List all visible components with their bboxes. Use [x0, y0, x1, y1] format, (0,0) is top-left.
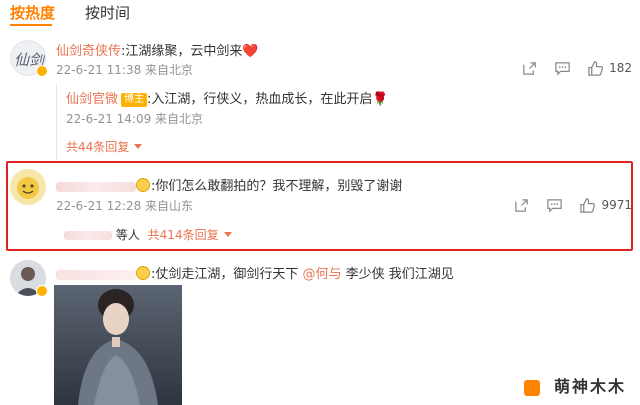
comment-meta: 22-6-21 12:28 来自山东	[56, 199, 194, 213]
reply-summary: 等人 共414条回复	[64, 226, 232, 243]
comment-line: :仗剑走江湖，御剑行天下 @何与 李少侠 我们江湖见	[56, 263, 454, 282]
comment-text-tail: 李少侠 我们江湖见	[341, 267, 454, 282]
comment-text: :你们怎么敢翻拍的？我不理解，别毁了谢谢	[151, 179, 403, 194]
watermark-logo-icon	[524, 380, 540, 396]
tab-by-time[interactable]: 按时间	[85, 2, 130, 23]
more-replies-link[interactable]: 共44条回复	[66, 138, 143, 155]
comment-line: 仙剑奇侠传:江湖缘聚，云中剑来❤️	[56, 40, 259, 59]
blurred-username[interactable]	[56, 181, 136, 192]
author-badge: 博主	[121, 93, 148, 107]
share-icon	[523, 61, 536, 75]
like-count: 9971	[601, 198, 632, 212]
verified-badge-icon	[36, 285, 48, 297]
active-tab-indicator	[10, 24, 52, 26]
reply-line: 仙剑官微 博主:入江湖，行侠义，热血成长，在此开启🌹	[66, 88, 389, 107]
share-icon	[515, 198, 529, 212]
mention-link[interactable]: @何与	[303, 267, 342, 282]
attached-photo[interactable]	[54, 285, 182, 405]
share-button[interactable]	[513, 197, 530, 214]
comment-button[interactable]	[546, 197, 563, 214]
username[interactable]: 仙剑奇侠传	[56, 44, 121, 59]
comment-icon	[555, 61, 570, 76]
like-icon	[580, 197, 596, 213]
more-replies-label: 共414条回复	[147, 228, 219, 242]
reply-meta: 22-6-21 14:09 来自北京	[66, 112, 204, 126]
reply-prefix: 等人	[115, 228, 140, 242]
comment-icon	[547, 198, 563, 213]
share-button[interactable]	[521, 60, 538, 77]
comment-actions: 182	[505, 59, 632, 77]
comment-text: :仗剑走江湖，御剑行天下	[151, 267, 303, 282]
comment-meta: 22-6-21 11:38 来自北京	[56, 63, 194, 77]
sort-tabs: 按热度 按时间	[0, 0, 640, 26]
like-button[interactable]: 9971	[579, 197, 632, 214]
reply-text: :入江湖，行侠义，热血成长，在此开启	[147, 92, 373, 107]
chevron-down-icon	[223, 232, 232, 237]
chevron-down-icon	[134, 144, 143, 149]
tab-by-hot[interactable]: 按热度	[10, 2, 55, 23]
face-emoji-icon	[136, 266, 150, 280]
reply-thread: 仙剑官微 博主:入江湖，行侠义，热血成长，在此开启🌹 22-6-21 14:09 …	[56, 84, 626, 160]
blurred-reply-user[interactable]	[64, 231, 112, 240]
comment-button[interactable]	[554, 60, 571, 77]
reply-username[interactable]: 仙剑官微	[66, 92, 118, 107]
avatar[interactable]	[10, 169, 46, 205]
face-emoji-icon	[136, 178, 150, 192]
comment-text: :江湖缘聚，云中剑来	[121, 44, 243, 59]
rose-emoji: 🌹	[372, 92, 389, 107]
verified-badge-icon	[36, 65, 48, 77]
like-button[interactable]: 182	[587, 60, 632, 77]
more-replies-link[interactable]: 共414条回复	[148, 228, 232, 242]
more-replies-label: 共44条回复	[66, 140, 130, 154]
watermark: 萌神木木	[553, 377, 626, 396]
comment-line: :你们怎么敢翻拍的？我不理解，别毁了谢谢	[56, 175, 402, 194]
comment-actions: 9971	[497, 196, 632, 214]
like-icon	[588, 60, 604, 76]
heart-emoji: ❤️	[242, 44, 259, 59]
blurred-username[interactable]	[56, 269, 136, 280]
like-count: 182	[609, 61, 632, 75]
